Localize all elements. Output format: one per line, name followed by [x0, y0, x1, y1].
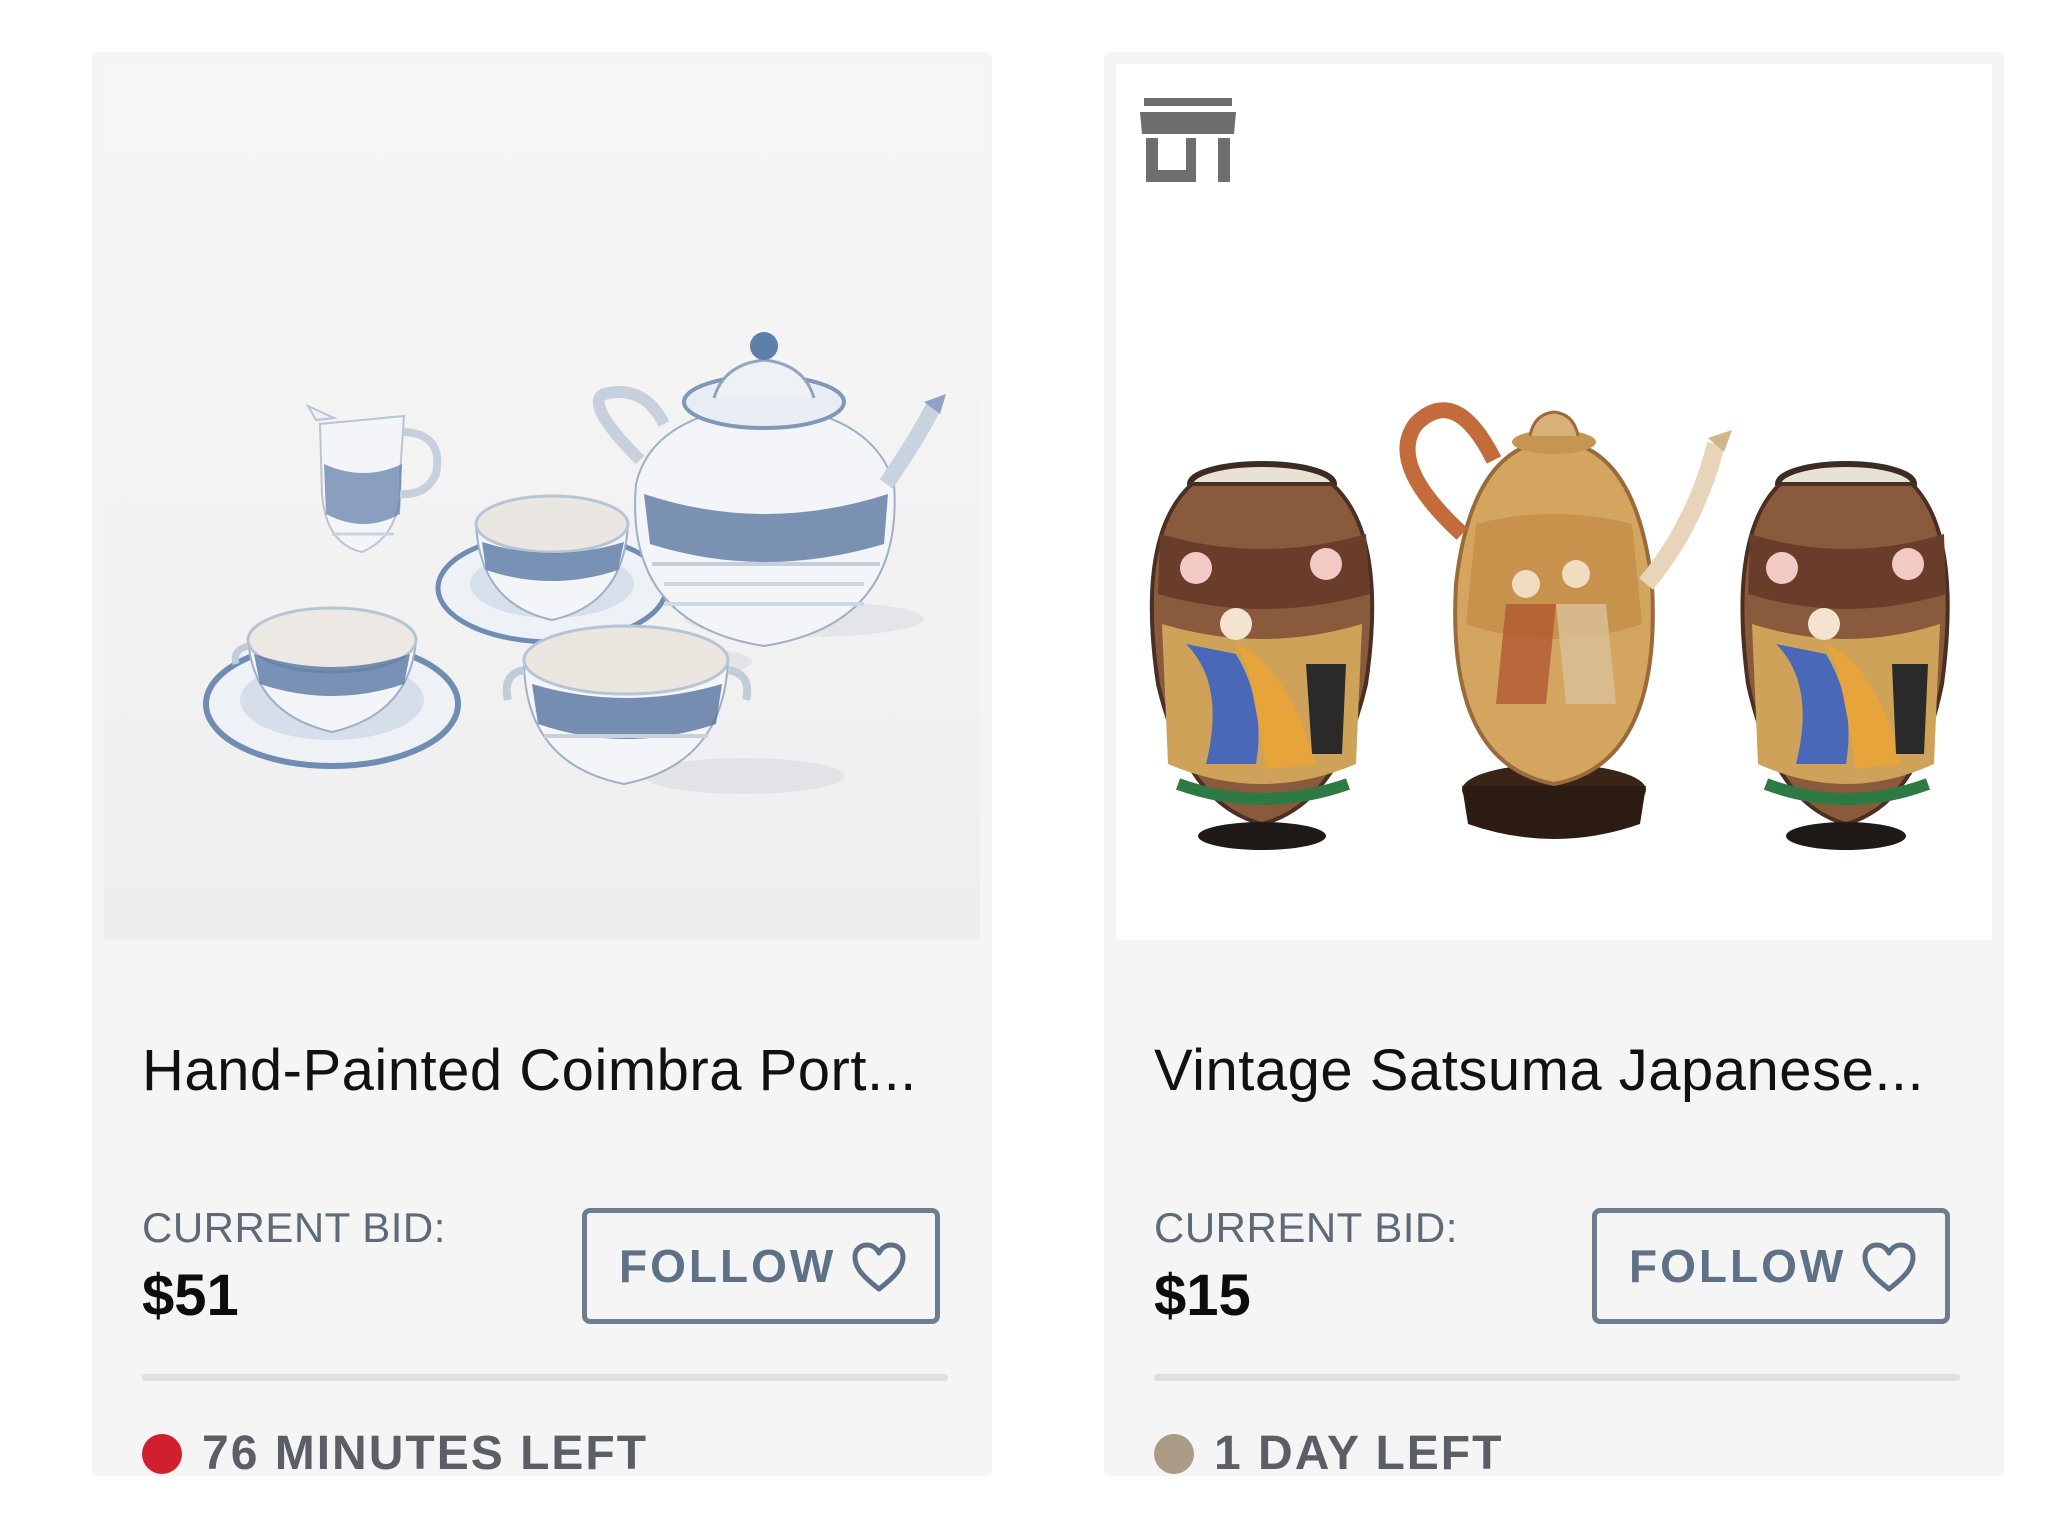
status-indicator-dot [142, 1434, 182, 1474]
current-bid-value: $51 [142, 1263, 239, 1328]
listing-image[interactable] [104, 64, 980, 940]
current-bid-value: $15 [1154, 1263, 1251, 1328]
follow-button[interactable]: FOLLOW [1592, 1208, 1950, 1324]
heart-icon [852, 1242, 906, 1292]
listing-title[interactable]: Vintage Satsuma Japanese... [1154, 1037, 1974, 1104]
follow-button[interactable]: FOLLOW [582, 1208, 940, 1324]
listing-title[interactable]: Hand-Painted Coimbra Port... [142, 1037, 962, 1104]
card-divider [142, 1374, 948, 1381]
card-divider [1154, 1374, 1960, 1381]
time-left-label: 76 MINUTES LEFT [202, 1427, 649, 1480]
current-bid-label: CURRENT BID: [1154, 1204, 1458, 1251]
tea-set-illustration [203, 332, 946, 794]
storefront-icon [1140, 98, 1236, 182]
follow-button-label: FOLLOW [619, 1240, 837, 1292]
satsuma-vases-illustration [1149, 402, 1950, 850]
current-bid-label: CURRENT BID: [142, 1204, 446, 1251]
listing-card[interactable]: Hand-Painted Coimbra Port... CURRENT BID… [92, 52, 992, 1480]
listing-card[interactable]: Vintage Satsuma Japanese... CURRENT BID:… [1104, 52, 2004, 1480]
listing-image[interactable] [1116, 64, 1992, 940]
time-left-label: 1 DAY LEFT [1214, 1427, 1504, 1480]
heart-icon [1862, 1242, 1916, 1292]
status-indicator-dot [1154, 1434, 1194, 1474]
follow-button-label: FOLLOW [1629, 1240, 1847, 1292]
